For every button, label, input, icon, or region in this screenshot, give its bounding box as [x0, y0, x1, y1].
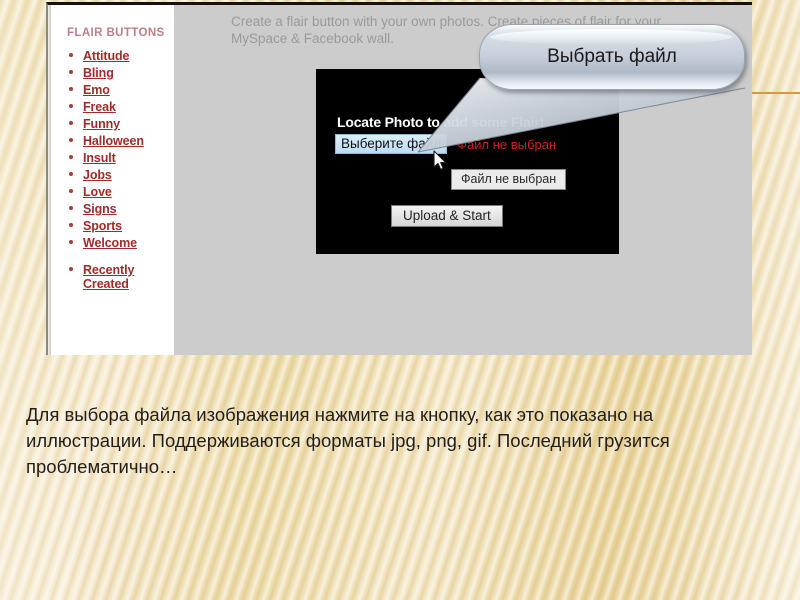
sidebar-link-label[interactable]: Welcome — [83, 236, 137, 250]
sidebar-nav-list: Attitude Bling Emo Freak Funny Halloween — [51, 49, 174, 291]
sidebar-item-recently-created[interactable]: Recently Created — [69, 263, 174, 291]
sidebar-item-attitude[interactable]: Attitude — [69, 49, 174, 63]
choose-file-button[interactable]: Выберите файл — [335, 134, 448, 154]
bullet-icon — [69, 53, 73, 57]
sidebar-link-label[interactable]: Halloween — [83, 134, 144, 148]
sidebar: FLAIR BUTTONS Attitude Bling Emo Freak F… — [51, 5, 174, 355]
sidebar-link-label[interactable]: Jobs — [83, 168, 112, 182]
bullet-icon — [69, 155, 73, 159]
sidebar-title: FLAIR BUTTONS — [67, 27, 165, 39]
bullet-icon — [69, 267, 73, 271]
bullet-icon — [69, 70, 73, 74]
sidebar-item-love[interactable]: Love — [69, 185, 174, 199]
sidebar-link-label[interactable]: Signs — [83, 202, 117, 216]
sidebar-item-emo[interactable]: Emo — [69, 83, 174, 97]
slide-caption: Для выбора файла изображения нажмите на … — [26, 404, 670, 477]
no-file-status-label: Файл не выбран — [457, 136, 557, 152]
sidebar-item-signs[interactable]: Signs — [69, 202, 174, 216]
sidebar-link-label[interactable]: Emo — [83, 83, 110, 97]
bullet-icon — [69, 189, 73, 193]
flair-upload-panel: Locate Photo to add some Flair! Выберите… — [316, 69, 619, 254]
sidebar-link-label[interactable]: Love — [83, 185, 112, 199]
callout-label: Выбрать файл — [547, 46, 677, 67]
sidebar-item-sports[interactable]: Sports — [69, 219, 174, 233]
sidebar-link-label[interactable]: Sports — [83, 219, 122, 233]
file-input-row: Выберите файл Файл не выбран — [335, 134, 556, 154]
bullet-icon — [69, 223, 73, 227]
sidebar-item-welcome[interactable]: Welcome — [69, 236, 174, 250]
bullet-icon — [69, 87, 73, 91]
bullet-icon — [69, 172, 73, 176]
bullet-icon — [69, 240, 73, 244]
panel-heading: Locate Photo to add some Flair! — [337, 114, 544, 130]
sidebar-item-halloween[interactable]: Halloween — [69, 134, 174, 148]
sidebar-link-label[interactable]: Attitude — [83, 49, 130, 63]
sidebar-item-funny[interactable]: Funny — [69, 117, 174, 131]
file-input-tooltip: Файл не выбран — [451, 169, 567, 190]
bullet-icon — [69, 104, 73, 108]
sidebar-item-jobs[interactable]: Jobs — [69, 168, 174, 182]
sidebar-link-label[interactable]: Funny — [83, 117, 120, 131]
sidebar-link-label[interactable]: Bling — [83, 66, 114, 80]
bullet-icon — [69, 206, 73, 210]
upload-and-start-button[interactable]: Upload & Start — [391, 205, 503, 227]
bullet-icon — [69, 138, 73, 142]
sidebar-link-label[interactable]: Freak — [83, 100, 116, 114]
sidebar-item-freak[interactable]: Freak — [69, 100, 174, 114]
sidebar-item-bling[interactable]: Bling — [69, 66, 174, 80]
callout-bubble: Выбрать файл — [479, 24, 745, 90]
sidebar-link-label[interactable]: Insult — [83, 151, 116, 165]
sidebar-item-insult[interactable]: Insult — [69, 151, 174, 165]
sidebar-link-label[interactable]: Recently Created — [83, 263, 174, 291]
bullet-icon — [69, 121, 73, 125]
